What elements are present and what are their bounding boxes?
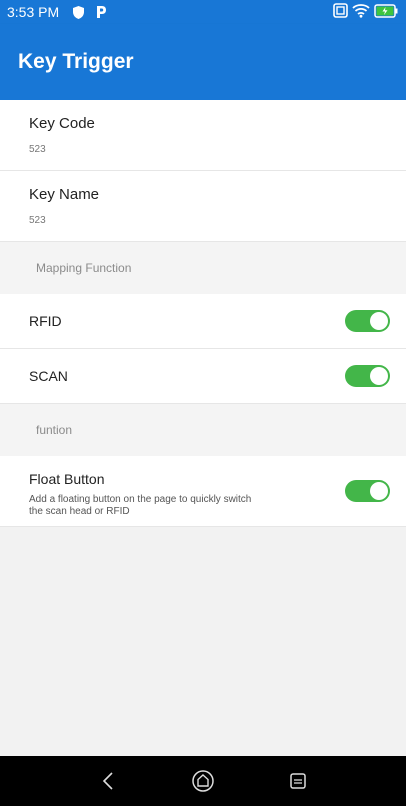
status-bar: 3:53 PM <box>0 0 406 24</box>
shield-icon <box>73 5 85 19</box>
settings-list: Key Code 523 Key Name 523 Mapping Functi… <box>0 100 406 527</box>
key-code-label: Key Code <box>29 115 95 132</box>
key-code-value: 523 <box>29 144 46 155</box>
parking-p-icon <box>96 5 107 19</box>
recents-icon[interactable] <box>276 759 320 803</box>
key-name-label: Key Name <box>29 186 100 203</box>
float-button-item[interactable]: Float Button Add a floating button on th… <box>0 456 406 527</box>
back-icon[interactable] <box>86 759 130 803</box>
status-time: 3:53 PM <box>7 4 60 20</box>
rfid-item[interactable]: RFID <box>0 294 406 349</box>
key-name-value: 523 <box>29 215 46 226</box>
float-button-description: Add a floating button on the page to qui… <box>29 494 252 517</box>
float-button-label: Float Button <box>29 471 105 487</box>
home-icon[interactable] <box>181 759 225 803</box>
scan-label: SCAN <box>29 368 68 384</box>
page-title: Key Trigger <box>18 50 134 73</box>
toggle-knob <box>370 312 388 330</box>
section-function: funtion <box>0 404 406 456</box>
wifi-icon <box>352 3 370 21</box>
toggle-knob <box>370 367 388 385</box>
float-button-toggle[interactable] <box>345 480 390 502</box>
app-bar: Key Trigger <box>0 24 406 100</box>
rfid-toggle[interactable] <box>345 310 390 332</box>
scan-item[interactable]: SCAN <box>0 349 406 404</box>
status-icons-right <box>333 3 398 21</box>
nfc-icon <box>333 3 348 21</box>
toggle-knob <box>370 482 388 500</box>
scan-toggle[interactable] <box>345 365 390 387</box>
navigation-bar <box>0 756 406 806</box>
key-name-item[interactable]: Key Name 523 <box>0 171 406 242</box>
section-mapping-function: Mapping Function <box>0 242 406 294</box>
rfid-label: RFID <box>29 313 62 329</box>
key-code-item[interactable]: Key Code 523 <box>0 100 406 171</box>
battery-charging-icon <box>374 3 398 21</box>
